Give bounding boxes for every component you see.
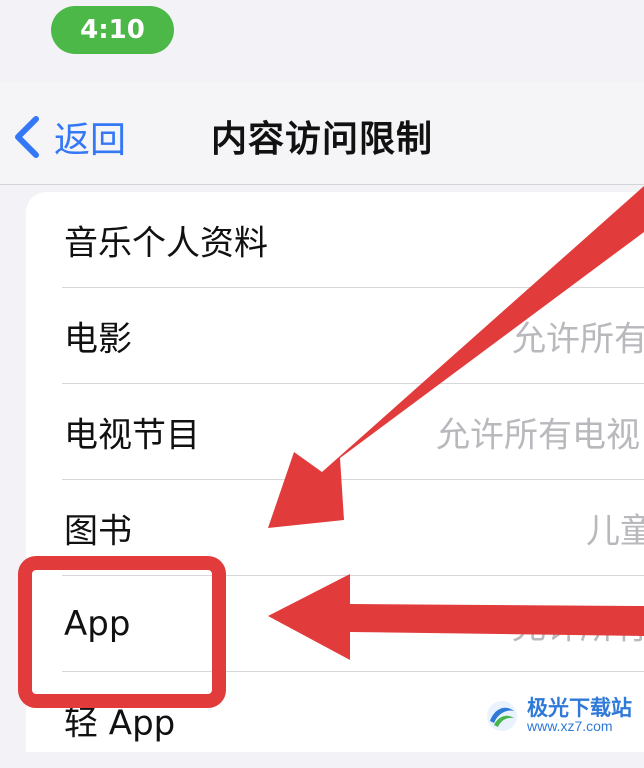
watermark-name: 极光下载站 [527, 696, 632, 721]
navigation-bar: 返回 内容访问限制 [0, 82, 644, 185]
list-item-label: 电视节目 [64, 415, 200, 456]
list-item-value: 允许所有 [512, 319, 644, 360]
list-item-movies[interactable]: 电影 允许所有 [26, 288, 644, 384]
highlight-box [18, 556, 226, 708]
watermark: 极光下载站 www.xz7.com [485, 697, 632, 734]
list-item-value: 允许所有 [512, 607, 644, 648]
status-time: 4:10 [51, 6, 174, 54]
list-item-music-profile[interactable]: 音乐个人资料 [26, 192, 644, 288]
list-item-value: 允许所有电视 [436, 415, 640, 456]
list-item-value: 儿童 [586, 511, 644, 552]
page-title: 内容访问限制 [210, 119, 433, 160]
list-item-label: 电影 [64, 319, 132, 360]
aurora-logo-icon [487, 700, 517, 731]
list-item-tv-shows[interactable]: 电视节目 允许所有电视 [26, 384, 644, 480]
list-item-label: 图书 [64, 511, 132, 552]
watermark-url: www.xz7.com [527, 718, 613, 735]
list-item-label: 音乐个人资料 [64, 223, 268, 264]
status-bar: 4:10 [0, 0, 644, 82]
